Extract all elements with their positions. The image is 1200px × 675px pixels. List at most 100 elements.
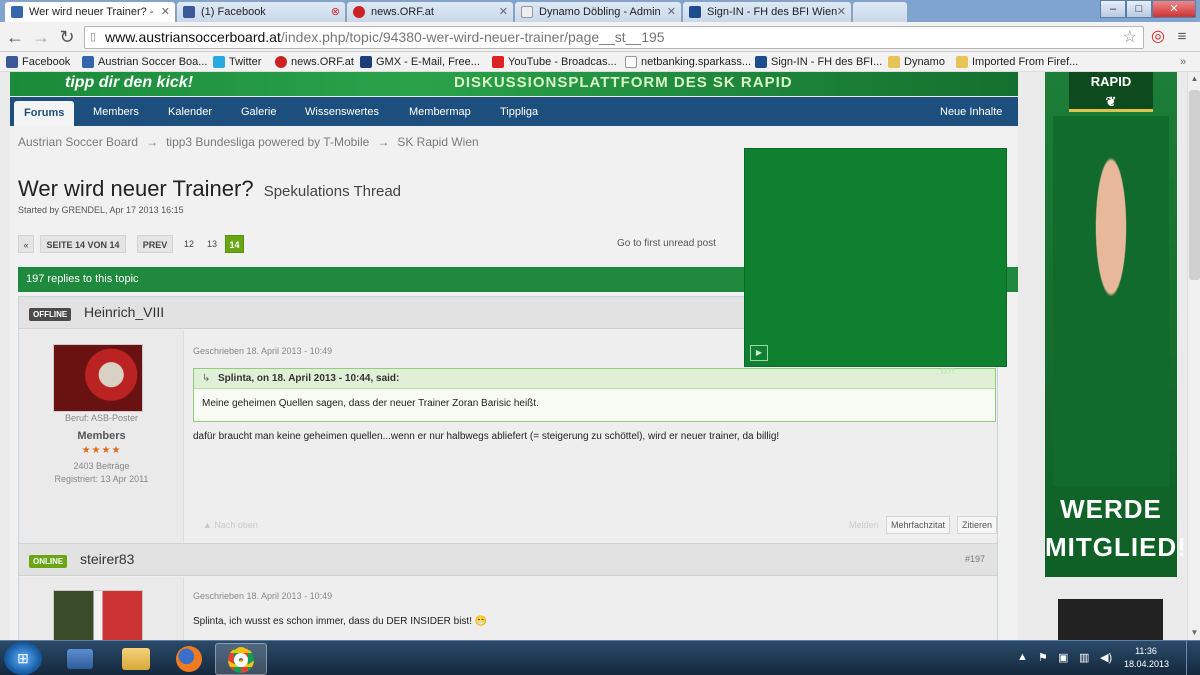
club-name: RAPID (1090, 74, 1132, 89)
back-to-top-link[interactable]: ▲ Nach oben (203, 520, 258, 530)
nav-neue-inhalte[interactable]: Neue Inhalte (930, 97, 1012, 126)
network-icon[interactable]: ▥ (1079, 651, 1089, 664)
post-date: Geschrieben 18. April 2013 - 10:49 (193, 346, 333, 356)
back-icon[interactable]: ← (5, 27, 25, 47)
bookmark-star-icon[interactable]: ☆ (1123, 27, 1137, 48)
breadcrumb-bundesliga[interactable]: tipp3 Bundesliga powered by T-Mobile (166, 135, 369, 149)
current-page[interactable]: 14 (225, 235, 244, 253)
bookmark-label: news.ORF.at (291, 56, 354, 68)
play-icon[interactable]: ▶ (750, 345, 768, 361)
bookmark-label: netbanking.sparkass... (641, 56, 752, 68)
quote-button[interactable]: Zitieren (957, 516, 998, 534)
system-clock[interactable]: 11:36 18.04.2013 (1124, 645, 1169, 671)
quote-arrow-icon: ↳ (202, 373, 211, 384)
start-button-icon[interactable]: ⊞ (4, 642, 42, 675)
address-bar[interactable]: ▯ www.austriansoccerboard.at/index.php/t… (84, 26, 1144, 49)
video-ad-overlay[interactable]: ▶ (744, 148, 1007, 367)
post-number[interactable]: #197 (965, 554, 985, 564)
maximize-button[interactable]: □ (1126, 0, 1152, 18)
avatar[interactable] (53, 344, 143, 412)
nav-galerie[interactable]: Galerie (231, 97, 286, 126)
bookmark-folder-imported[interactable]: Imported From Firef... (956, 54, 1078, 70)
bookmark-folder-dynamo[interactable]: Dynamo (888, 54, 945, 70)
author-beruf: Beruf: ASB-Poster (64, 413, 139, 423)
tab-sign-in-fh[interactable]: Sign-IN - FH des BFI Wien ✕ (682, 1, 852, 22)
bookmark-gmx[interactable]: GMX - E-Mail, Free... (360, 54, 480, 70)
page-link-12[interactable]: 12 (179, 235, 199, 253)
bookmark-austrian-soccer-board[interactable]: Austrian Soccer Boa... (82, 54, 207, 70)
close-tab-icon[interactable]: ✕ (499, 2, 508, 22)
first-page-button[interactable]: « (18, 235, 34, 253)
breadcrumb-austrian-soccer-board[interactable]: Austrian Soccer Board (18, 135, 138, 149)
report-link[interactable]: Melden (849, 520, 879, 530)
tab-wer-wird-neuer-trainer[interactable]: Wer wird neuer Trainer? - ✕ (4, 1, 176, 22)
bookmark-facebook[interactable]: Facebook (6, 54, 70, 70)
nav-tippliga[interactable]: Tippliga (490, 97, 548, 126)
bookmark-netbanking[interactable]: netbanking.sparkass... (625, 54, 751, 70)
avatar[interactable] (53, 590, 143, 640)
banner-title: DISKUSSIONSPLATTFORM DES SK RAPID (454, 74, 793, 91)
prev-page-button[interactable]: PREV (137, 235, 173, 253)
reload-icon[interactable]: ↻ (57, 27, 77, 47)
author-group: Members (77, 430, 126, 442)
bookmark-label: Dynamo (904, 56, 945, 68)
web-page: tipp dir den kick! DISKUSSIONSPLATTFORM … (0, 72, 1187, 640)
bookmark-twitter[interactable]: Twitter (213, 54, 261, 70)
breadcrumb-sk-rapid-wien[interactable]: SK Rapid Wien (397, 135, 478, 149)
rapid-sidebar-ad[interactable]: RAPID ❦ WERDE MITGLIED! (1045, 72, 1186, 577)
page-indicator[interactable]: SEITE 14 VON 14 (40, 235, 126, 253)
file-explorer-icon[interactable] (110, 643, 162, 675)
scroll-down-icon[interactable]: ▼ (1188, 626, 1200, 640)
tray-expand-icon[interactable]: ▲ (1017, 651, 1028, 663)
new-tab-button[interactable] (852, 1, 908, 22)
tab-news-orf[interactable]: news.ORF.at ✕ (346, 1, 514, 22)
author-post-count: 2403 Beiträge (73, 461, 130, 471)
vertical-scrollbar[interactable]: ▲ ▼ (1187, 72, 1200, 640)
firefox-icon[interactable] (163, 643, 215, 675)
windows-explorer-icon[interactable] (54, 643, 106, 675)
nav-wissenswertes[interactable]: Wissenswertes (295, 97, 389, 126)
bookmark-youtube[interactable]: YouTube - Broadcas... (492, 54, 617, 70)
more-bookmarks-icon[interactable]: » (1180, 54, 1186, 70)
close-tab-icon[interactable]: ✕ (837, 2, 846, 22)
bookmark-label: Twitter (229, 56, 262, 68)
scroll-up-icon[interactable]: ▲ (1188, 72, 1200, 86)
volume-icon[interactable]: ◀) (1100, 651, 1112, 664)
close-window-button[interactable]: ✕ (1152, 0, 1196, 18)
author-info (19, 577, 184, 640)
bookmark-sign-in-fh[interactable]: Sign-IN - FH des BFI... (755, 54, 882, 70)
chrome-icon[interactable] (215, 643, 267, 675)
topic-title: Wer wird neuer Trainer? (18, 176, 254, 201)
device-icon[interactable]: ▣ (1058, 651, 1068, 664)
tab-facebook[interactable]: (1) Facebook ⊗ (176, 1, 346, 22)
scroll-thumb[interactable] (1189, 90, 1200, 280)
post-username[interactable]: steirer83 (80, 551, 134, 567)
nav-kalender[interactable]: Kalender (158, 97, 222, 126)
windows-taskbar: ⊞ ▲ ⚑ ▣ ▥ ◀) 11:36 18.04.2013 (0, 640, 1200, 675)
show-desktop-button[interactable] (1186, 641, 1200, 675)
clock-time: 11:36 (1135, 646, 1157, 656)
close-tab-icon[interactable]: ✕ (161, 2, 170, 22)
banner-tipp-text: tipp dir den kick! (65, 74, 194, 91)
bookmark-news-orf[interactable]: news.ORF.at (275, 54, 354, 70)
secondary-ad[interactable] (1058, 599, 1163, 640)
tab-title: Sign-IN - FH des BFI Wien (707, 6, 838, 18)
close-tab-icon[interactable]: ✕ (667, 2, 676, 22)
forward-icon[interactable]: → (31, 27, 51, 47)
tab-title: Wer wird neuer Trainer? - (29, 6, 154, 18)
nav-membermap[interactable]: Membermap (399, 97, 481, 126)
post-username[interactable]: Heinrich_VIII (84, 304, 164, 320)
minimize-button[interactable]: – (1100, 0, 1126, 18)
close-tab-icon[interactable]: ⊗ (331, 2, 340, 22)
opera-extension-icon[interactable]: ◎ (1148, 27, 1168, 47)
nav-members[interactable]: Members (83, 97, 149, 126)
flag-icon[interactable]: ⚑ (1038, 651, 1048, 664)
tab-dynamo-doebling[interactable]: Dynamo Döbling - Admin ✕ (514, 1, 682, 22)
player-image (1053, 116, 1169, 486)
multiquote-button[interactable]: Mehrfachzitat (886, 516, 951, 534)
first-unread-link[interactable]: Go to first unread post (617, 235, 716, 253)
page-link-13[interactable]: 13 (202, 235, 222, 253)
menu-icon[interactable]: ≡ (1172, 27, 1192, 47)
nav-forums[interactable]: Forums (14, 101, 75, 126)
twitter-icon (213, 56, 225, 68)
